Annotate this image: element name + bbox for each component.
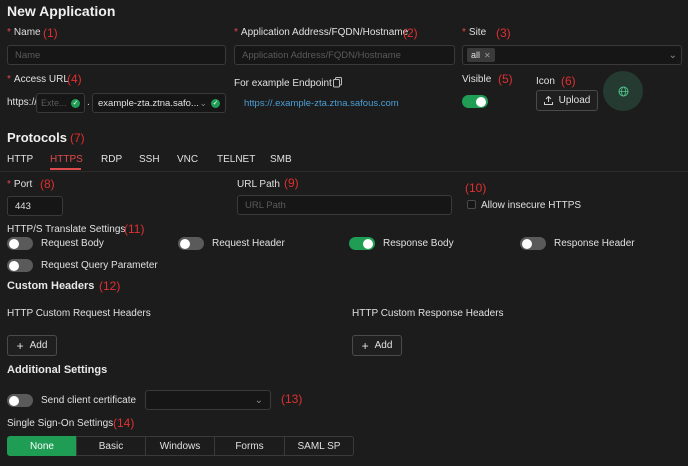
icon-label: Icon	[536, 76, 555, 87]
annotation-2: (2)	[403, 26, 418, 40]
example-endpoint-label: For example Endpoint	[234, 78, 332, 89]
request-header-toggle[interactable]	[178, 237, 204, 250]
visible-label: Visible	[462, 74, 492, 85]
access-url-label: * Access URL	[7, 74, 69, 85]
response-headers-label: HTTP Custom Response Headers	[352, 308, 504, 319]
subdomain-input[interactable]: Exte... ✓	[36, 93, 85, 113]
response-body-toggle[interactable]	[349, 237, 375, 250]
request-header-label: Request Header	[212, 238, 285, 249]
tab-active-indicator	[50, 168, 81, 170]
upload-label: Upload	[558, 95, 591, 106]
globe-icon	[618, 86, 628, 96]
insecure-label: Allow insecure HTTPS	[481, 200, 582, 211]
sso-option-saml[interactable]: SAML SP	[284, 436, 354, 456]
annotation-5: (5)	[498, 72, 513, 86]
annotation-14: (14)	[113, 416, 135, 430]
site-label: * Site	[462, 27, 487, 38]
additional-settings-title: Additional Settings	[7, 364, 108, 376]
sso-option-forms[interactable]: Forms	[214, 436, 285, 456]
icon-preview	[603, 71, 643, 111]
annotation-4: (4)	[67, 72, 82, 86]
insecure-checkbox[interactable]	[467, 200, 476, 209]
client-cert-label: Send client certificate	[41, 395, 137, 406]
response-header-toggle[interactable]	[520, 237, 546, 250]
sso-title: Single Sign-On Settings	[7, 418, 114, 429]
request-query-toggle[interactable]	[7, 259, 33, 272]
address-input[interactable]	[234, 45, 455, 65]
client-cert-select[interactable]: ⌄	[145, 390, 271, 410]
annotation-7: (7)	[70, 131, 85, 145]
annotation-8: (8)	[40, 177, 55, 191]
tab-smb[interactable]: SMB	[270, 154, 292, 165]
tab-vnc[interactable]: VNC	[177, 154, 198, 165]
annotation-11: (11)	[124, 222, 145, 236]
access-url-prefix: https://	[7, 97, 38, 108]
upload-icon	[543, 96, 553, 105]
check-circle-icon: ✓	[211, 98, 220, 108]
annotation-1: (1)	[43, 26, 58, 40]
chevron-down-icon: ⌄	[668, 49, 677, 61]
plus-icon: +	[16, 338, 24, 353]
site-tag: all ✕	[467, 48, 495, 62]
chevron-down-icon: ⌄	[254, 394, 263, 406]
annotation-12: (12)	[99, 279, 121, 293]
protocols-title: Protocols	[7, 130, 67, 145]
add-label: Add	[29, 340, 48, 351]
tab-https[interactable]: HTTPS	[50, 154, 83, 165]
site-tag-label: all	[471, 50, 481, 60]
sso-option-none[interactable]: None	[7, 436, 77, 456]
request-body-toggle[interactable]	[7, 237, 33, 250]
request-body-label: Request Body	[41, 238, 104, 249]
site-select[interactable]: all ✕ ⌄	[462, 45, 682, 65]
custom-headers-title: Custom Headers	[7, 280, 95, 292]
plus-icon: +	[361, 338, 369, 353]
sso-option-basic[interactable]: Basic	[76, 436, 146, 456]
url-path-label: URL Path	[237, 179, 280, 190]
tab-http[interactable]: HTTP	[7, 154, 33, 165]
response-header-label: Response Header	[554, 238, 635, 249]
annotation-6: (6)	[561, 74, 576, 88]
visible-toggle[interactable]	[462, 95, 488, 108]
tabs-divider	[0, 171, 688, 172]
response-body-label: Response Body	[383, 238, 454, 249]
add-request-header-button[interactable]: + Add	[7, 335, 57, 356]
add-response-header-button[interactable]: + Add	[352, 335, 402, 356]
annotation-13: (13)	[281, 392, 303, 406]
tag-close-icon[interactable]: ✕	[484, 51, 491, 60]
url-path-input[interactable]	[237, 195, 452, 215]
name-input[interactable]	[7, 45, 226, 65]
domain-value: example-zta.ztna.safo...	[98, 97, 199, 109]
tab-rdp[interactable]: RDP	[101, 154, 122, 165]
annotation-9: (9)	[284, 176, 299, 190]
client-cert-toggle[interactable]	[7, 394, 33, 407]
upload-button[interactable]: Upload	[536, 90, 598, 111]
port-input[interactable]	[7, 196, 63, 216]
port-label: * Port	[7, 179, 33, 190]
subdomain-placeholder: Exte...	[41, 98, 67, 108]
copy-icon[interactable]	[333, 77, 342, 88]
tab-ssh[interactable]: SSH	[139, 154, 160, 165]
chevron-down-icon: ⌄	[199, 97, 207, 108]
request-headers-label: HTTP Custom Request Headers	[7, 308, 151, 319]
tab-telnet[interactable]: TELNET	[217, 154, 255, 165]
add-label: Add	[374, 340, 393, 351]
domain-select[interactable]: example-zta.ztna.safo... ⌄ ✓	[92, 93, 226, 113]
page-title: New Application	[7, 3, 116, 19]
domain-separator: .	[87, 97, 90, 108]
name-label: * Name	[7, 27, 41, 38]
example-endpoint-link[interactable]: https://.example-zta.ztna.safous.com	[244, 98, 399, 109]
address-label: * Application Address/FQDN/Hostname	[234, 27, 409, 38]
request-query-label: Request Query Parameter	[41, 260, 158, 271]
translate-title: HTTP/S Translate Settings	[7, 224, 126, 235]
annotation-10: (10)	[465, 181, 487, 195]
annotation-3: (3)	[496, 26, 511, 40]
sso-option-windows[interactable]: Windows	[145, 436, 215, 456]
check-circle-icon: ✓	[71, 98, 80, 108]
